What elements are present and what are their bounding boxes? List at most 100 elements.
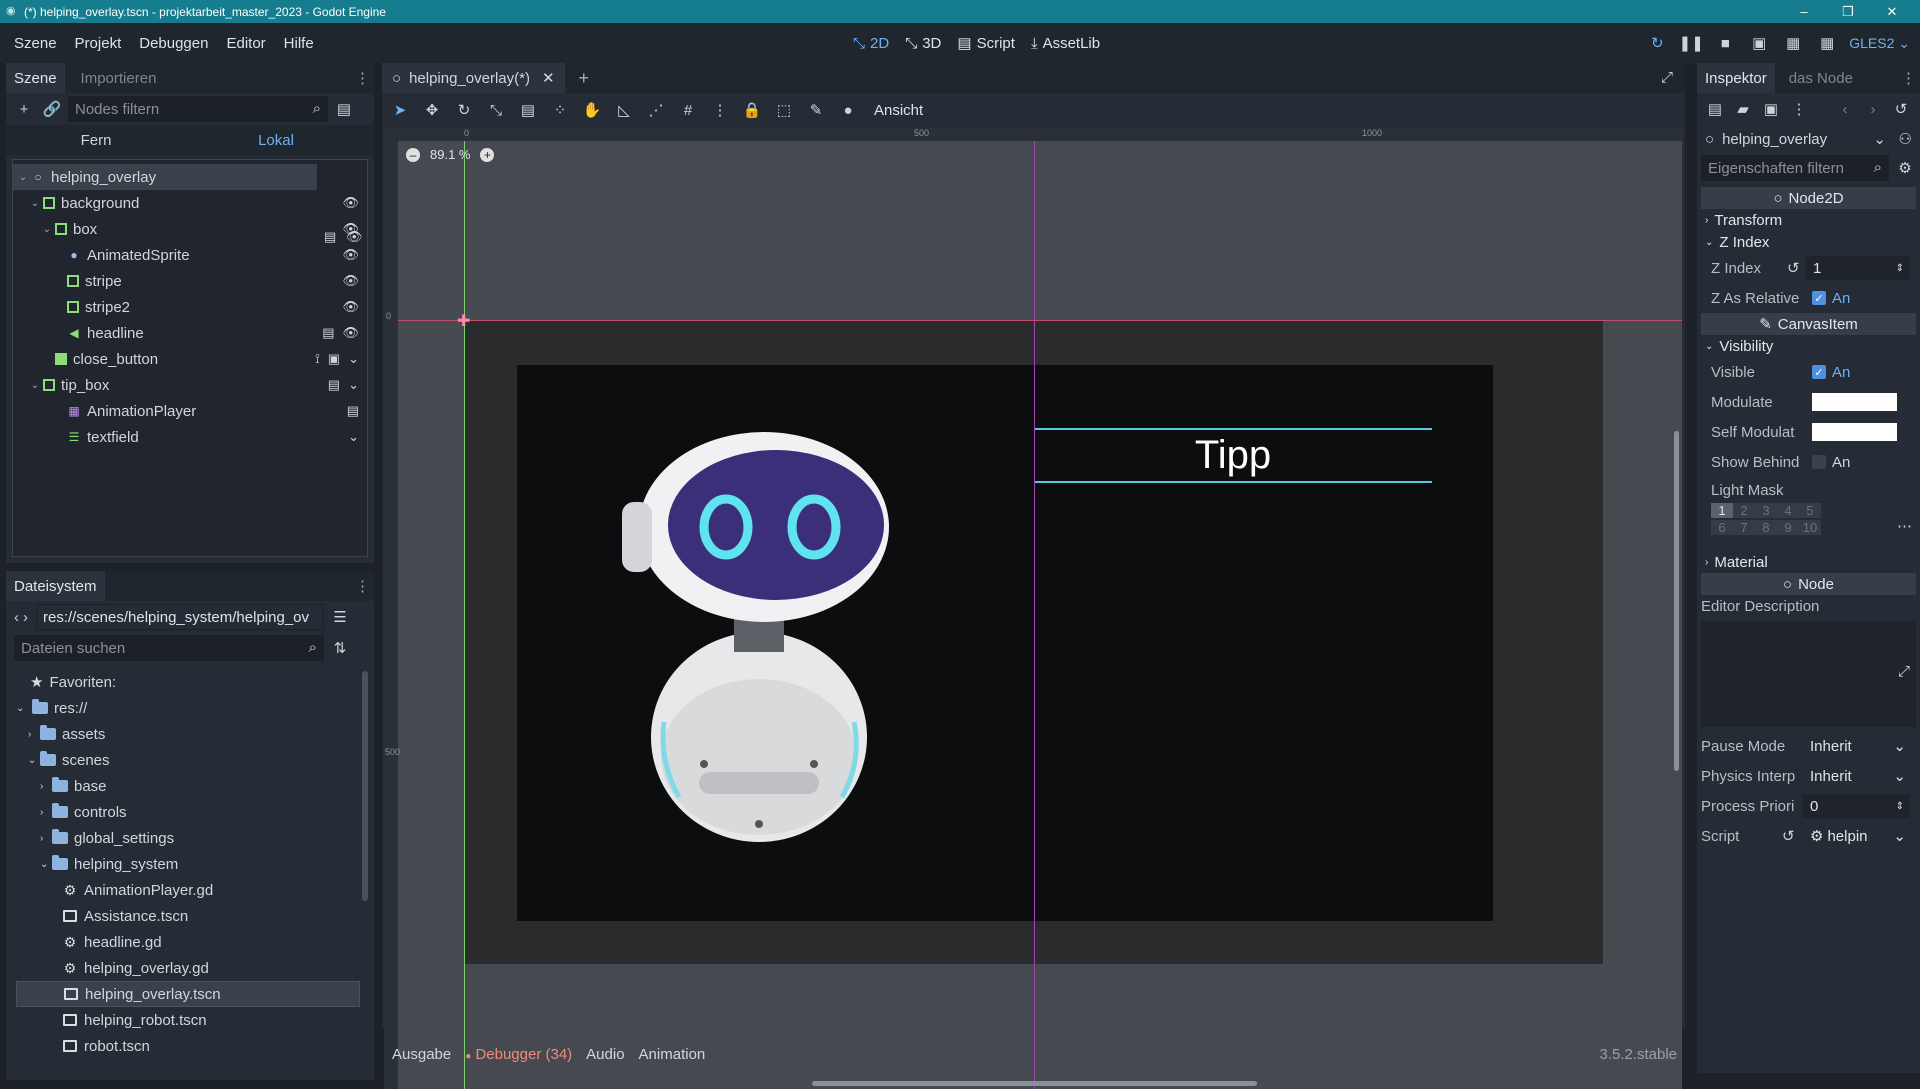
- history-forward-icon[interactable]: ›: [1861, 97, 1885, 121]
- file-row[interactable]: › assets: [16, 721, 360, 747]
- vertical-scrollbar[interactable]: [1674, 431, 1679, 771]
- collapse-icon[interactable]: ⌄: [348, 429, 359, 445]
- light-mask-bit[interactable]: 4: [1777, 503, 1799, 518]
- file-row[interactable]: helping_robot.tscn: [16, 1007, 360, 1033]
- renderer-select[interactable]: GLES2 ⌄: [1849, 35, 1910, 52]
- visibility-icon[interactable]: 👁: [342, 195, 359, 211]
- tree-node[interactable]: ▦ AnimationPlayer ▤: [13, 398, 367, 424]
- visibility-icon[interactable]: 👁: [342, 325, 359, 341]
- workspace-2d-button[interactable]: ⤡ 2D: [845, 35, 897, 52]
- select-tool-icon[interactable]: ➤: [388, 98, 412, 122]
- self-modulate-color-swatch[interactable]: [1812, 423, 1897, 441]
- more-icon[interactable]: ⋯: [1897, 517, 1912, 535]
- forward-icon[interactable]: ›: [23, 609, 28, 626]
- tab-inspector[interactable]: Inspektor: [1697, 63, 1775, 93]
- remote-tab[interactable]: Fern: [6, 132, 186, 149]
- grid-snap-icon[interactable]: #: [676, 98, 700, 122]
- pan-tool-icon[interactable]: ✋: [580, 98, 604, 122]
- tree-node[interactable]: ● AnimatedSprite 👁: [13, 242, 367, 268]
- file-row[interactable]: ⌄ res://: [16, 695, 360, 721]
- z-index-field[interactable]: 1 ⇕: [1805, 256, 1910, 280]
- editor-description-field[interactable]: ⤢: [1701, 621, 1916, 727]
- tab-import[interactable]: Importieren: [73, 63, 165, 93]
- light-mask-bit[interactable]: 3: [1755, 503, 1777, 518]
- remote-debug-icon[interactable]: ▣: [1747, 31, 1771, 55]
- stop-button[interactable]: ■: [1713, 31, 1737, 55]
- tree-node[interactable]: ⌄ background 👁: [13, 190, 367, 216]
- light-mask-bit[interactable]: 1: [1711, 503, 1733, 518]
- maximize-button[interactable]: ❐: [1826, 0, 1870, 23]
- new-resource-icon[interactable]: ▤: [1703, 97, 1727, 121]
- workspace-assetlib-button[interactable]: ⤓ AssetLib: [1023, 35, 1108, 52]
- pause-mode-select[interactable]: Inherit ⌄: [1802, 734, 1910, 758]
- file-row[interactable]: ⚙ AnimationPlayer.gd: [16, 877, 360, 903]
- menu-scene[interactable]: Szene: [5, 35, 66, 52]
- visibility-icon[interactable]: 👁: [342, 273, 359, 289]
- back-icon[interactable]: ‹: [14, 609, 19, 626]
- file-row[interactable]: ⚙ helping_overlay.gd: [16, 955, 360, 981]
- ruler-tool-icon[interactable]: ◺: [612, 98, 636, 122]
- light-mask-bit[interactable]: 6: [1711, 520, 1733, 535]
- file-row[interactable]: ⚙ headline.gd: [16, 929, 360, 955]
- collapse-icon[interactable]: ⌄: [348, 351, 359, 367]
- file-row[interactable]: robot.tscn: [16, 1033, 360, 1059]
- file-row[interactable]: › base: [16, 773, 360, 799]
- z-as-relative-checkbox[interactable]: ✓ An: [1812, 290, 1850, 307]
- script-icon[interactable]: ▤: [328, 377, 340, 393]
- show-behind-checkbox[interactable]: An: [1812, 454, 1850, 471]
- tab-output[interactable]: Ausgabe: [392, 1046, 451, 1063]
- tree-node[interactable]: close_button ⟟ ▣ ⌄: [13, 346, 367, 372]
- zoom-in-button[interactable]: +: [480, 147, 495, 162]
- light-mask-bit[interactable]: 9: [1777, 520, 1799, 535]
- minimize-button[interactable]: –: [1782, 0, 1826, 23]
- collapse-icon[interactable]: ⌄: [348, 377, 359, 393]
- physics-interp-select[interactable]: Inherit ⌄: [1802, 764, 1910, 788]
- light-mask-bit[interactable]: 2: [1733, 503, 1755, 518]
- rotate-tool-icon[interactable]: ↻: [452, 98, 476, 122]
- tree-node[interactable]: ⌄ tip_box ▤ ⌄: [13, 372, 367, 398]
- open-folder-icon[interactable]: ▰: [1731, 97, 1755, 121]
- list-select-icon[interactable]: ▤: [516, 98, 540, 122]
- pivot-tool-icon[interactable]: ⁘: [548, 98, 572, 122]
- link-icon[interactable]: 🔗: [40, 97, 64, 121]
- group-icon[interactable]: ⬚: [772, 98, 796, 122]
- scale-tool-icon[interactable]: ⤡: [484, 98, 508, 122]
- property-filter-input[interactable]: Eigenschaften filtern ⌕: [1701, 155, 1889, 181]
- section-material[interactable]: › Material: [1697, 551, 1920, 573]
- play-scene-icon[interactable]: ▦: [1781, 31, 1805, 55]
- smart-snap-icon[interactable]: ⋰: [644, 98, 668, 122]
- menu-help[interactable]: Hilfe: [275, 35, 323, 52]
- zoom-out-button[interactable]: –: [406, 147, 420, 162]
- canvas-viewport[interactable]: 0 500 1000 0 500 Tipp ✚ – 89.1 % +: [384, 127, 1682, 1089]
- script-icon[interactable]: ▤: [322, 325, 334, 341]
- view-menu[interactable]: Ansicht: [874, 102, 923, 119]
- section-visibility[interactable]: ⌄ Visibility: [1697, 335, 1920, 357]
- group-icon[interactable]: ▣: [328, 351, 340, 367]
- section-transform[interactable]: › Transform: [1697, 209, 1920, 231]
- tab-scene[interactable]: Szene: [6, 63, 65, 93]
- tree-node[interactable]: ⌄ box 👁: [13, 216, 367, 242]
- visibility-icon[interactable]: 👁: [342, 247, 359, 263]
- fullscreen-icon[interactable]: ⤢: [1661, 69, 1673, 86]
- attach-script-icon[interactable]: ▤: [332, 97, 356, 121]
- tree-node[interactable]: ◀ headline ▤ 👁: [13, 320, 367, 346]
- script-icon[interactable]: ▤: [347, 403, 359, 419]
- close-window-button[interactable]: ✕: [1870, 0, 1914, 23]
- light-mask-bit[interactable]: 7: [1733, 520, 1755, 535]
- dock-menu-icon[interactable]: ⋮: [355, 577, 370, 595]
- path-field[interactable]: res://scenes/helping_system/helping_ov: [36, 604, 324, 630]
- file-row[interactable]: › global_settings: [16, 825, 360, 851]
- sort-icon[interactable]: ⇅: [328, 636, 352, 660]
- revert-icon[interactable]: ↺: [1782, 827, 1795, 845]
- move-tool-icon[interactable]: ✥: [420, 98, 444, 122]
- menu-editor[interactable]: Editor: [217, 35, 274, 52]
- tree-node[interactable]: stripe2 👁: [13, 294, 367, 320]
- file-row[interactable]: Assistance.tscn: [16, 903, 360, 929]
- headline-label[interactable]: Tipp: [1034, 431, 1432, 479]
- file-row[interactable]: ⌄ helping_system: [16, 851, 360, 877]
- reload-icon[interactable]: ↻: [1645, 31, 1669, 55]
- zoom-level[interactable]: 89.1 %: [430, 147, 470, 162]
- lock-icon[interactable]: 🔒: [740, 98, 764, 122]
- workspace-script-button[interactable]: ▤ Script: [949, 34, 1023, 53]
- node-filter-input[interactable]: Nodes filtern ⌕: [68, 96, 328, 122]
